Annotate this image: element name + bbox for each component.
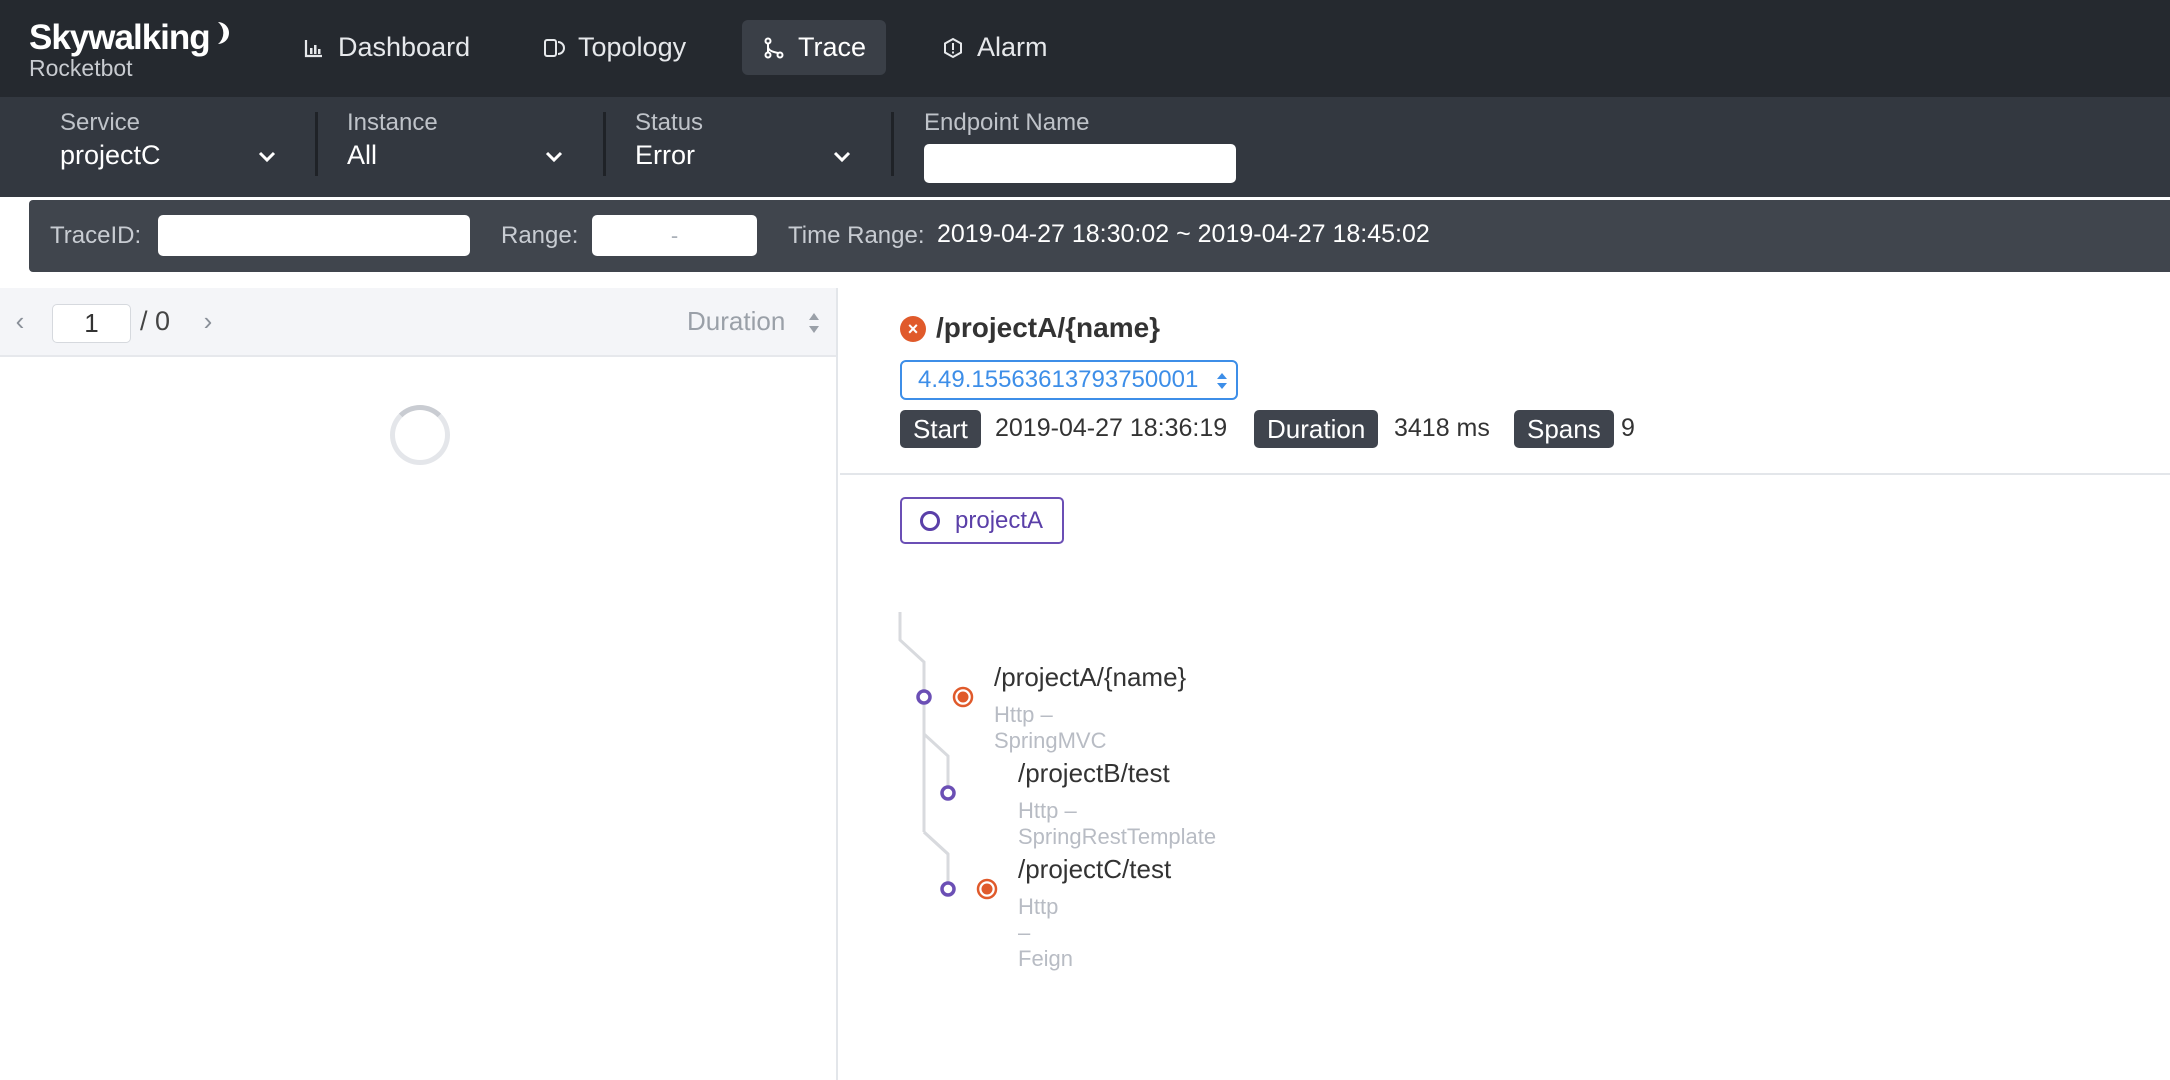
start-tag: Start [900,410,981,448]
chevron-down-icon [833,151,851,163]
branch-icon [762,36,786,60]
duration-value: 3418 ms [1394,414,1490,442]
prev-page-icon[interactable]: ‹ [8,308,32,334]
top-nav: Skywalking Rocketbot Dashboard Topology … [0,0,2170,97]
span-name: /projectC/test [1018,854,1172,884]
trace-endpoint-title: /projectA/{name} [936,312,1161,343]
logo[interactable]: Skywalking Rocketbot [29,20,232,80]
nav-topology-label: Topology [578,32,687,62]
spans-tag: Spans [1514,410,1614,448]
page-input[interactable]: 1 [52,304,131,343]
trace-list-header: ‹ 1 / 0 › Duration [0,288,836,357]
sort-icon[interactable] [806,310,822,336]
chevron-down-icon [258,151,276,163]
moon-icon [217,21,229,44]
status-label: Status [635,109,704,136]
divider [315,112,318,176]
divider [603,112,606,176]
service-select[interactable]: Service projectC [60,109,280,189]
nav-alarm-label: Alarm [977,32,1048,62]
trace-id-value: 4.49.15563613793750001 [918,366,1199,393]
instance-label: Instance [347,109,438,136]
endpoint-input[interactable] [924,144,1236,183]
nav-dashboard[interactable]: Dashboard [282,20,490,75]
service-chip-label: projectA [955,507,1044,534]
brand-name: Skywalking [29,18,211,57]
divider [891,112,894,176]
status-select[interactable]: Status Error [635,109,855,189]
spans-value: 9 [1621,414,1635,442]
endpoint-label: Endpoint Name [924,109,1090,136]
chart-icon [302,36,326,60]
start-value: 2019-04-27 18:36:19 [995,414,1228,442]
range-label: Range: [501,222,579,249]
instance-select[interactable]: Instance All [347,109,567,189]
sort-label[interactable]: Duration [687,306,785,337]
brand-subtitle: Rocketbot [29,55,133,81]
nav-trace[interactable]: Trace [742,20,887,75]
loading-spinner-icon [390,405,450,465]
nav-dashboard-label: Dashboard [338,32,471,62]
nav-trace-label: Trace [798,32,867,62]
time-range-value[interactable]: 2019-04-27 18:30:02 ~ 2019-04-27 18:45:0… [937,220,1430,249]
trace-id-select[interactable]: 4.49.15563613793750001 [900,360,1238,400]
search-bar: TraceID: Range: - Time Range: 2019-04-27… [29,200,2170,272]
traceid-input[interactable] [158,215,470,256]
duration-tag: Duration [1254,410,1379,448]
status-value: Error [635,139,695,170]
select-arrows-icon [1217,373,1227,389]
alarm-icon [941,36,965,60]
circle-icon [920,511,940,531]
span-name: /projectB/test [1018,758,1170,788]
span-dots [940,878,998,900]
span-sub: Http – SpringRestTemplate [1018,798,1217,849]
traceid-label: TraceID: [50,222,142,249]
span-sub: Http – Feign [1018,894,1074,971]
topology-icon [542,36,566,60]
chevron-down-icon [545,151,563,163]
trace-detail-header: × /projectA/{name} 4.49.1556361379375000… [840,288,2170,475]
service-label: Service [60,109,141,136]
service-value: projectC [60,139,161,170]
span-sub: Http – SpringMVC [994,702,1107,753]
nav-alarm[interactable]: Alarm [921,20,1068,75]
nav-topology[interactable]: Topology [522,20,706,75]
error-icon: × [900,316,926,342]
page-total: / 0 [140,306,171,336]
service-chip[interactable]: projectA [900,497,1064,544]
time-range-label: Time Range: [788,222,925,249]
next-page-icon[interactable]: › [196,308,220,334]
trace-list-panel: ‹ 1 / 0 › Duration [0,288,838,1080]
span-name: /projectA/{name} [994,662,1187,692]
range-input[interactable]: - [592,215,757,256]
instance-value: All [347,139,378,170]
